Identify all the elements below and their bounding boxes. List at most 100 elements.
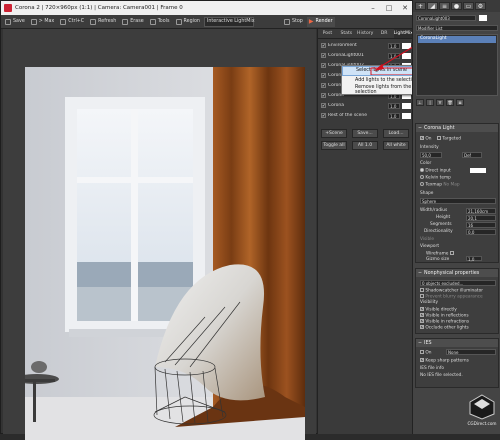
keep-sharp-checkbox[interactable]: ✔ bbox=[420, 358, 424, 362]
load-lightmix-button[interactable]: Load... bbox=[383, 129, 409, 138]
rollout-header[interactable]: − Nonphysical properties bbox=[416, 269, 498, 277]
close-icon[interactable]: ✕ bbox=[397, 1, 413, 15]
light-enable-checkbox[interactable]: ✔ bbox=[321, 43, 326, 48]
stack-item-coronalight[interactable]: CoronaLight bbox=[418, 36, 496, 43]
light-enable-checkbox[interactable]: ✔ bbox=[321, 93, 326, 98]
light-color-swatch[interactable] bbox=[402, 112, 411, 119]
light-enable-checkbox[interactable]: ✔ bbox=[321, 113, 326, 118]
light-enable-checkbox[interactable]: ✔ bbox=[321, 83, 326, 88]
light-row[interactable]: ✔Corona1,0 bbox=[321, 101, 411, 110]
intensity-field[interactable]: 50,0 bbox=[420, 152, 442, 158]
segments-field[interactable]: 16 bbox=[466, 222, 496, 228]
refresh-button[interactable]: Refresh bbox=[88, 17, 118, 27]
stack-toolbar: ⊥ | ∀ 🗑 ≣ bbox=[416, 99, 498, 107]
kelvin-temp-radio[interactable] bbox=[420, 175, 424, 179]
viewport-label: Viewport bbox=[420, 244, 440, 249]
refresh-icon bbox=[90, 18, 97, 25]
height-field[interactable]: 20,1 bbox=[466, 215, 496, 221]
tools-button[interactable]: Tools bbox=[148, 17, 172, 27]
cgdirect-logo-icon bbox=[469, 394, 495, 420]
exclude-button[interactable]: 0 objects excluded... bbox=[420, 280, 496, 286]
menu-item-remove-lights[interactable]: Remove lights from the selection bbox=[342, 85, 419, 95]
intensity-unit-select[interactable]: Def bbox=[462, 152, 482, 158]
all-white-button[interactable]: All white bbox=[383, 141, 409, 150]
region-button[interactable]: Region bbox=[174, 17, 202, 27]
light-intensity-field[interactable]: 1,0 bbox=[388, 102, 400, 109]
hierarchy-icon[interactable]: ≡ bbox=[439, 2, 450, 10]
erase-icon bbox=[122, 18, 129, 25]
on-checkbox[interactable]: ✔ bbox=[420, 136, 424, 140]
texmap-radio[interactable] bbox=[420, 182, 424, 186]
tab-post[interactable]: Post bbox=[318, 29, 337, 38]
toggle-all-button[interactable]: Toggle all bbox=[321, 141, 347, 150]
maximize-icon[interactable]: □ bbox=[381, 1, 397, 15]
window-title: Corona 2 | 720×960px (1:1) | Camera: Cam… bbox=[15, 5, 183, 11]
shadowcatcher-checkbox[interactable] bbox=[420, 288, 424, 292]
erase-button[interactable]: Erase bbox=[120, 17, 145, 27]
collapse-icon: − bbox=[418, 270, 423, 276]
minimize-icon[interactable]: – bbox=[365, 1, 381, 15]
pin-stack-icon[interactable]: ⊥ bbox=[416, 99, 424, 106]
all-one-button[interactable]: All 1.0 bbox=[352, 141, 378, 150]
light-enable-checkbox[interactable]: ✔ bbox=[321, 103, 326, 108]
visible-refractions-checkbox[interactable]: ✔ bbox=[420, 319, 424, 323]
modifier-stack: CoronaLight bbox=[416, 34, 498, 96]
light-enable-checkbox[interactable]: ✔ bbox=[321, 63, 326, 68]
clipboard-icon bbox=[60, 18, 67, 25]
gizmo-size-field[interactable]: 1,0 bbox=[466, 256, 482, 262]
utilities-icon[interactable]: ⚙ bbox=[475, 2, 486, 10]
occlude-lights-checkbox[interactable]: ✔ bbox=[420, 325, 424, 329]
light-color-swatch[interactable] bbox=[402, 102, 411, 109]
targeted-checkbox[interactable] bbox=[436, 136, 441, 140]
motion-icon[interactable]: ● bbox=[451, 2, 462, 10]
remove-modifier-icon[interactable]: 🗑 bbox=[446, 99, 454, 106]
visible-reflections-checkbox[interactable]: ✔ bbox=[420, 313, 424, 317]
collapse-icon: − bbox=[418, 340, 423, 346]
display-icon[interactable]: ▭ bbox=[463, 2, 474, 10]
modify-icon[interactable]: ◢ bbox=[427, 2, 438, 10]
show-end-result-icon[interactable]: | bbox=[426, 99, 434, 106]
stop-button[interactable]: Stop bbox=[282, 17, 305, 27]
light-row[interactable]: ✔ Rest of the scene 1,0 bbox=[321, 111, 411, 120]
light-enable-checkbox[interactable]: ✔ bbox=[321, 53, 326, 58]
visible-directly-checkbox[interactable]: ✔ bbox=[420, 307, 424, 311]
object-color-swatch[interactable] bbox=[479, 15, 487, 21]
modifier-list-dropdown[interactable]: Modifier List bbox=[416, 25, 498, 31]
light-color-swatch[interactable] bbox=[470, 168, 486, 173]
max-command-panel: + ◢ ≡ ● ▭ ⚙ CoronaLight003 Modifier List… bbox=[412, 0, 500, 434]
tab-stats[interactable]: Stats bbox=[337, 29, 356, 38]
copy-to-max-icon bbox=[30, 18, 37, 25]
corona-app-icon bbox=[4, 4, 12, 12]
object-name-field[interactable]: CoronaLight003 bbox=[416, 15, 476, 21]
render-canvas[interactable] bbox=[3, 29, 316, 440]
direct-input-radio[interactable] bbox=[420, 168, 424, 172]
make-unique-icon[interactable]: ∀ bbox=[436, 99, 444, 106]
color-label: Color bbox=[420, 161, 432, 166]
add-scene-button[interactable]: +Scene bbox=[321, 129, 347, 138]
render-button[interactable]: ▶ Render bbox=[306, 16, 335, 27]
command-panel-tabs: + ◢ ≡ ● ▭ ⚙ bbox=[413, 0, 500, 12]
wireframe-checkbox[interactable] bbox=[449, 251, 454, 255]
create-icon[interactable]: + bbox=[415, 2, 426, 10]
light-intensity-field[interactable]: 1,0 bbox=[388, 112, 400, 119]
ies-file-button[interactable]: None bbox=[446, 349, 496, 355]
vfb-toolbar: Save > Max Ctrl+C Refresh Erase Tools Re… bbox=[1, 15, 413, 29]
ies-on-checkbox[interactable] bbox=[420, 350, 424, 354]
rendered-image bbox=[25, 67, 305, 440]
save-lightmix-button[interactable]: Save... bbox=[352, 129, 378, 138]
save-icon bbox=[5, 18, 11, 25]
rollout-header[interactable]: − IES bbox=[416, 339, 498, 347]
prevent-blurry-checkbox[interactable] bbox=[420, 294, 424, 298]
light-enable-checkbox[interactable]: ✔ bbox=[321, 73, 326, 78]
ies-rollout: − IES On None ✔ Keep sharp patterns IES f… bbox=[415, 338, 499, 388]
directionality-field[interactable]: 0,0 bbox=[466, 229, 496, 235]
render-mode-select[interactable]: Interactive LightMix bbox=[203, 16, 255, 27]
configure-modifier-sets-icon[interactable]: ≣ bbox=[456, 99, 464, 106]
width-radius-field[interactable]: 21,160cm bbox=[466, 208, 496, 214]
ctrl-c-button[interactable]: Ctrl+C bbox=[58, 17, 86, 27]
rollout-header[interactable]: − Corona Light bbox=[416, 124, 498, 132]
save-button[interactable]: Save bbox=[3, 17, 27, 27]
menu-item-add-lights[interactable]: Add lights to the selection bbox=[342, 76, 419, 86]
shape-select[interactable]: Sphere bbox=[420, 198, 496, 204]
to-max-button[interactable]: > Max bbox=[29, 17, 56, 27]
